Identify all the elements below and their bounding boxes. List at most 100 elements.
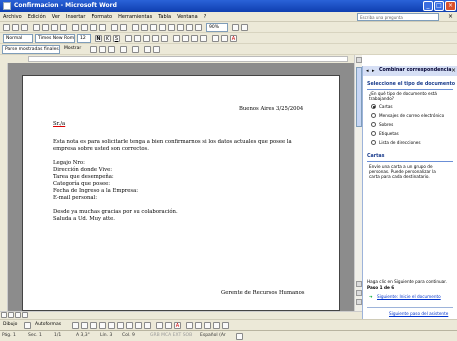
markup-select[interactable]: Parse mostradas finales (2, 45, 60, 54)
drawing-icon[interactable] (177, 24, 184, 31)
task-pane-title[interactable]: Combinar correspondencia (379, 68, 452, 73)
reject-change-icon[interactable] (120, 46, 127, 53)
draw-font-color-icon[interactable]: A (174, 322, 181, 329)
spelling-status-icon[interactable] (236, 333, 243, 340)
numbering-icon[interactable] (173, 35, 180, 42)
menu-help[interactable]: ? (201, 12, 210, 22)
print-icon[interactable] (42, 24, 49, 31)
select-objects-icon[interactable] (24, 322, 31, 329)
radio-email[interactable] (371, 113, 376, 118)
picture-icon[interactable] (144, 322, 151, 329)
font-select[interactable]: Times New Roman (35, 34, 75, 43)
justify-icon[interactable] (152, 35, 159, 42)
insert-excel-icon[interactable] (159, 24, 166, 31)
font-color-icon[interactable]: A (230, 35, 237, 42)
bullets-icon[interactable] (182, 35, 189, 42)
vertical-ruler[interactable] (0, 63, 8, 311)
increase-indent-icon[interactable] (200, 35, 207, 42)
horizontal-ruler[interactable] (0, 55, 361, 63)
menu-herramientas[interactable]: Herramientas (115, 12, 155, 22)
close-button[interactable]: × (445, 1, 456, 11)
decrease-indent-icon[interactable] (191, 35, 198, 42)
normal-view-icon[interactable] (1, 312, 7, 318)
task-pane-close-icon[interactable]: × (451, 67, 456, 74)
print-layout-icon[interactable] (15, 312, 21, 318)
option-sobres[interactable]: Sobres (379, 122, 393, 127)
line-style-icon[interactable] (186, 322, 193, 329)
line-icon[interactable] (72, 322, 79, 329)
italic-button[interactable]: K (104, 35, 111, 42)
next-icon[interactable] (99, 46, 106, 53)
spelling-icon[interactable] (60, 24, 67, 31)
back-icon[interactable]: ◂ (366, 68, 369, 74)
insert-table-icon[interactable] (150, 24, 157, 31)
option-email[interactable]: Mensajes de correo electrónico (379, 113, 444, 118)
radio-cartas[interactable] (371, 104, 376, 109)
insert-comment-icon[interactable] (132, 46, 139, 53)
option-lista[interactable]: Lista de direcciones (379, 140, 421, 145)
menu-insertar[interactable]: Insertar (63, 12, 88, 22)
undo-icon[interactable] (111, 24, 118, 31)
help-icon[interactable] (232, 24, 239, 31)
font-size-select[interactable]: 12 (77, 34, 91, 43)
oval-icon[interactable] (99, 322, 106, 329)
menu-ventana[interactable]: Ventana (174, 12, 201, 22)
tables-borders-icon[interactable] (141, 24, 148, 31)
menu-formato[interactable]: Formato (88, 12, 115, 22)
format-painter-icon[interactable] (99, 24, 106, 31)
draw-menu-button[interactable]: Dibujo (3, 322, 17, 327)
web-view-icon[interactable] (8, 312, 14, 318)
accept-change-icon[interactable] (108, 46, 115, 53)
vertical-scrollbar[interactable] (354, 55, 362, 311)
track-changes-icon[interactable] (144, 46, 151, 53)
scroll-up-icon[interactable] (356, 57, 362, 63)
line-spacing-icon[interactable] (161, 35, 168, 42)
align-center-icon[interactable] (134, 35, 141, 42)
border-icon[interactable] (212, 35, 219, 42)
print-preview-icon[interactable] (51, 24, 58, 31)
diagram-icon[interactable] (126, 322, 133, 329)
menu-tabla[interactable]: Tabla (155, 12, 174, 22)
next-wizard-link[interactable]: Siguiente paso del asistente (389, 311, 448, 316)
paste-icon[interactable] (90, 24, 97, 31)
maximize-button[interactable]: □ (434, 1, 444, 11)
copy-icon[interactable] (81, 24, 88, 31)
rectangle-icon[interactable] (90, 322, 97, 329)
fill-color-icon[interactable] (156, 322, 163, 329)
option-etiquetas[interactable]: Etiquetas (379, 131, 399, 136)
redo-icon[interactable] (120, 24, 127, 31)
document-page[interactable]: Buenos Aires 3/25/2004 Sr./a Esta nota e… (22, 75, 340, 311)
hyperlink-icon[interactable] (132, 24, 139, 31)
show-hide-icon[interactable] (195, 24, 202, 31)
open-icon[interactable] (12, 24, 19, 31)
line-color-icon[interactable] (165, 322, 172, 329)
arrow-icon[interactable] (81, 322, 88, 329)
bold-button[interactable]: N (95, 35, 102, 42)
permission-icon[interactable] (33, 24, 40, 31)
radio-sobres[interactable] (371, 122, 376, 127)
document-map-icon[interactable] (186, 24, 193, 31)
menu-ver[interactable]: Ver (49, 12, 63, 22)
zoom-select[interactable]: 90% (206, 23, 228, 32)
radio-etiquetas[interactable] (371, 131, 376, 136)
next-step-link[interactable]: Siguiente: Inicie el documento (377, 294, 441, 299)
cut-icon[interactable] (72, 24, 79, 31)
reading-view-icon[interactable] (22, 312, 28, 318)
previous-icon[interactable] (90, 46, 97, 53)
horizontal-scrollbar[interactable] (0, 311, 362, 319)
new-icon[interactable] (3, 24, 10, 31)
columns-icon[interactable] (168, 24, 175, 31)
highlight-icon[interactable] (221, 35, 228, 42)
textbox-icon[interactable] (108, 322, 115, 329)
wordart-icon[interactable] (117, 322, 124, 329)
clipart-icon[interactable] (135, 322, 142, 329)
autoshapes-button[interactable]: Autoformas (35, 322, 61, 327)
reviewing-pane-icon[interactable] (153, 46, 160, 53)
option-cartas[interactable]: Cartas (379, 104, 393, 109)
underline-button[interactable]: S (113, 35, 120, 42)
save-icon[interactable] (21, 24, 28, 31)
radio-lista[interactable] (371, 140, 376, 145)
show-markup-button[interactable]: Mostrar (64, 46, 81, 51)
3d-icon[interactable] (222, 322, 229, 329)
style-select[interactable]: Normal (3, 34, 33, 43)
